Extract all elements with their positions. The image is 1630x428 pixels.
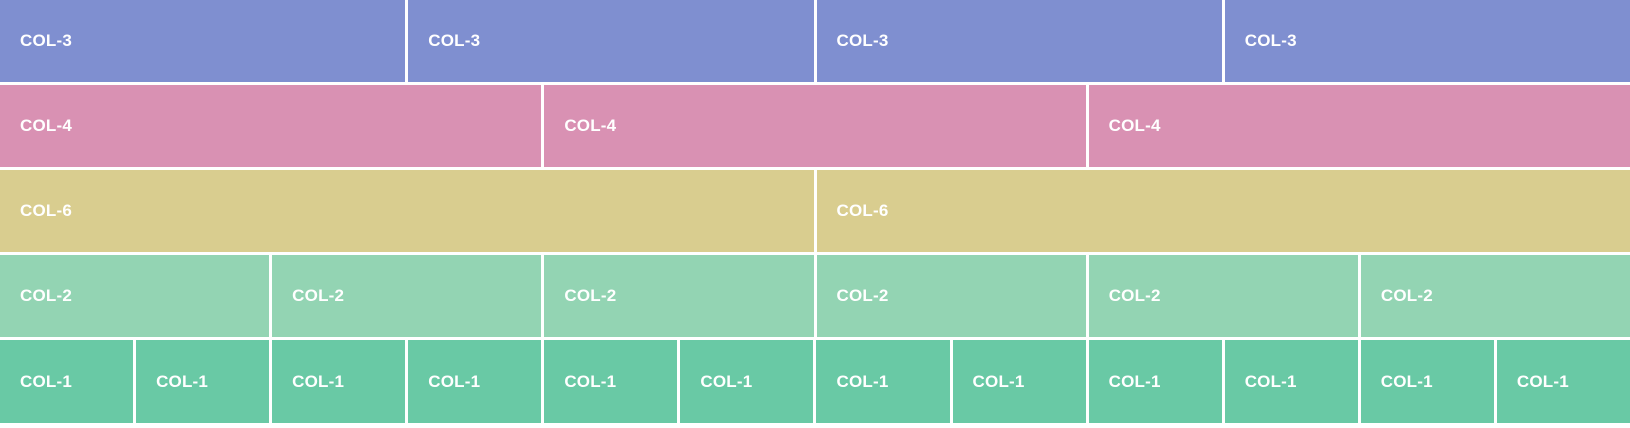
grid-cell-col-3: COL-3 xyxy=(1224,0,1630,82)
grid-cell-col-3: COL-3 xyxy=(408,0,814,82)
grid-cell-col-2: COL-2 xyxy=(1088,255,1358,337)
row-col-1: COL-1 COL-1 COL-1 COL-1 COL-1 COL-1 COL-1 COL-1… xyxy=(0,340,1630,423)
grid-cell-col-4: COL-4 xyxy=(1088,85,1630,167)
grid-cell-col-1: COL-1 xyxy=(816,340,950,423)
grid-cell-col-3: COL-3 xyxy=(0,0,406,82)
row-col-2: COL-2 COL-2 COL-2 COL-2 COL-2 COL-2 xyxy=(0,255,1630,337)
grid-cell-col-4: COL-4 xyxy=(544,85,1086,167)
grid-layout: COL-3 COL-3 COL-3 COL-3 COL-4 COL-4 COL-4 COL-6… xyxy=(0,0,1630,428)
grid-cell-col-6: COL-6 xyxy=(0,170,814,252)
grid-cell-col-1: COL-1 xyxy=(680,340,814,423)
grid-cell-col-2: COL-2 xyxy=(272,255,542,337)
grid-cell-col-3: COL-3 xyxy=(816,0,1222,82)
grid-cell-col-2: COL-2 xyxy=(0,255,270,337)
grid-cell-col-1: COL-1 xyxy=(408,340,542,423)
grid-cell-col-1: COL-1 xyxy=(1088,340,1222,423)
grid-cell-col-1: COL-1 xyxy=(1360,340,1494,423)
row-col-3: COL-3 COL-3 COL-3 COL-3 xyxy=(0,0,1630,82)
grid-cell-col-4: COL-4 xyxy=(0,85,542,167)
row-col-4: COL-4 COL-4 COL-4 xyxy=(0,85,1630,167)
grid-cell-col-2: COL-2 xyxy=(1360,255,1630,337)
row-col-6: COL-6 COL-6 xyxy=(0,170,1630,252)
grid-cell-col-1: COL-1 xyxy=(136,340,270,423)
grid-cell-col-6: COL-6 xyxy=(816,170,1630,252)
grid-cell-col-1: COL-1 xyxy=(544,340,678,423)
grid-cell-col-1: COL-1 xyxy=(1496,340,1630,423)
grid-cell-col-1: COL-1 xyxy=(952,340,1086,423)
grid-cell-col-1: COL-1 xyxy=(0,340,134,423)
grid-cell-col-1: COL-1 xyxy=(1224,340,1358,423)
grid-cell-col-1: COL-1 xyxy=(272,340,406,423)
grid-cell-col-2: COL-2 xyxy=(816,255,1086,337)
grid-cell-col-2: COL-2 xyxy=(544,255,814,337)
